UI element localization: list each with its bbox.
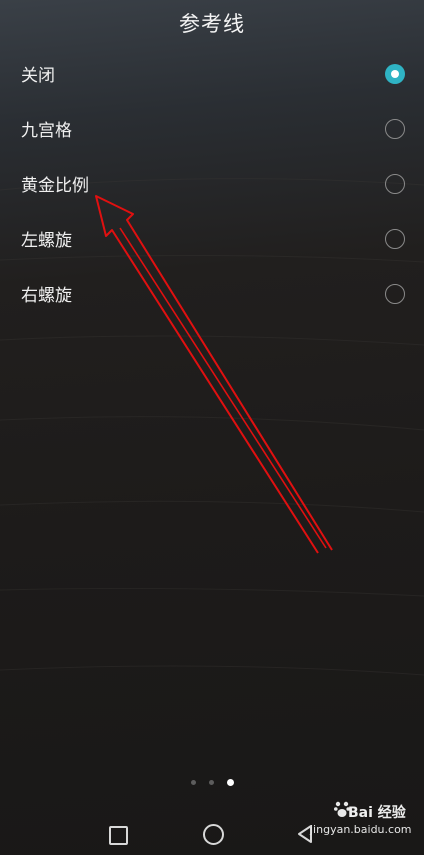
option-grid[interactable]: 九宫格 [0, 101, 424, 156]
watermark-brand: Bai 经验 [348, 805, 406, 821]
recent-apps-icon[interactable] [109, 826, 128, 845]
radio-selected-icon[interactable] [385, 63, 405, 84]
option-label: 黄金比例 [21, 176, 89, 196]
baidu-watermark: Bai 经验 jingyan.baidu.com [300, 800, 424, 855]
gridline-options-list: 关闭 九宫格 黄金比例 左螺旋 右螺旋 [0, 46, 424, 321]
option-label: 九宫格 [21, 121, 72, 141]
page-dot-active[interactable] [226, 779, 234, 786]
watermark-url: jingyan.baidu.com [310, 823, 412, 836]
radio-unselected-icon[interactable] [385, 228, 405, 249]
radio-unselected-icon[interactable] [385, 173, 405, 194]
radio-unselected-icon[interactable] [385, 118, 405, 139]
page-title: 参考线 [179, 12, 245, 36]
option-label: 关闭 [21, 66, 55, 86]
home-icon[interactable] [203, 824, 224, 845]
option-left-spiral[interactable]: 左螺旋 [0, 211, 424, 266]
option-label: 左螺旋 [21, 231, 72, 251]
page-dot[interactable] [190, 780, 196, 785]
radio-unselected-icon[interactable] [385, 283, 405, 304]
option-off[interactable]: 关闭 [0, 46, 424, 101]
page-dot[interactable] [208, 780, 214, 785]
option-right-spiral[interactable]: 右螺旋 [0, 266, 424, 321]
option-golden-ratio[interactable]: 黄金比例 [0, 156, 424, 211]
page-indicator [0, 779, 424, 786]
option-label: 右螺旋 [21, 286, 72, 306]
